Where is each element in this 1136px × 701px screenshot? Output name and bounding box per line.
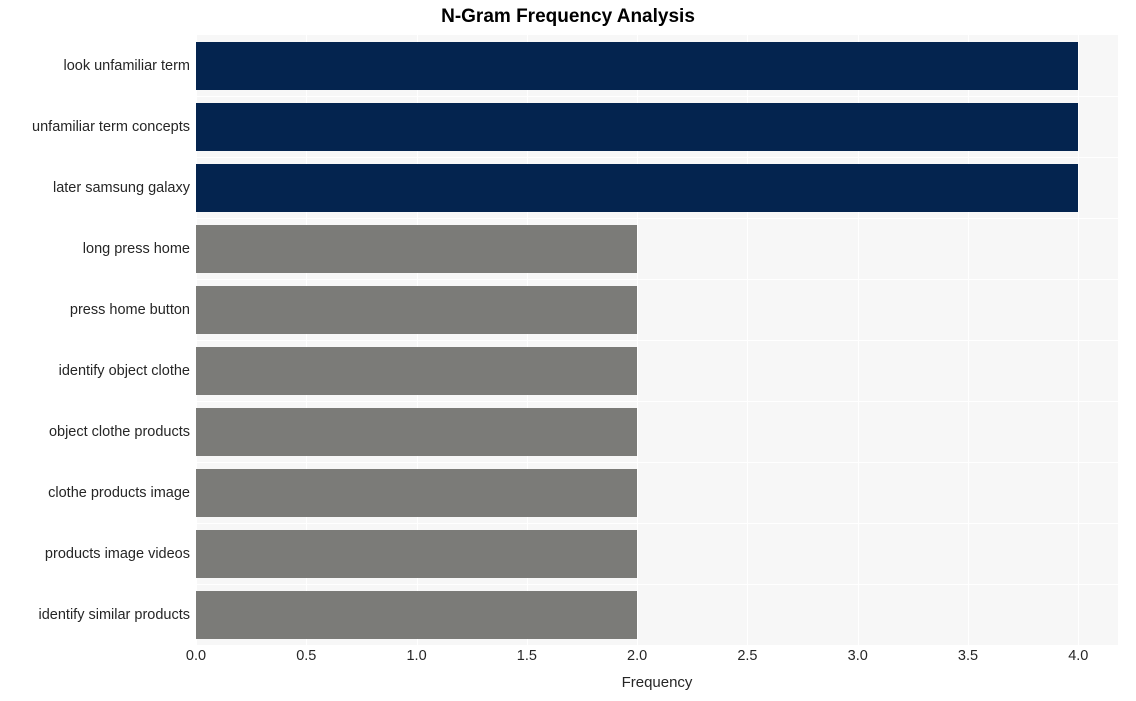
gridline-horizontal xyxy=(196,279,1118,280)
gridline-horizontal xyxy=(196,340,1118,341)
y-axis-tick-label: look unfamiliar term xyxy=(63,58,190,74)
x-axis-tick-label: 2.5 xyxy=(737,648,758,664)
bar xyxy=(196,164,1079,212)
y-axis-tick-label: identify similar products xyxy=(38,607,191,623)
gridline-horizontal xyxy=(196,96,1118,97)
y-axis-tick-label: long press home xyxy=(82,241,190,257)
plot-area xyxy=(196,35,1118,645)
bar xyxy=(196,225,638,273)
bar xyxy=(196,591,638,639)
bar xyxy=(196,469,638,517)
x-axis-tick-labels: 0.0 0.5 1.0 1.5 2.0 2.5 3.0 3.5 4.0 xyxy=(186,648,1118,670)
bar xyxy=(196,530,638,578)
x-axis-tick-label: 3.0 xyxy=(847,648,868,664)
chart-title: N-Gram Frequency Analysis xyxy=(441,6,695,27)
x-axis-tick-label: 2.0 xyxy=(627,648,648,664)
x-axis-tick-label: 1.5 xyxy=(516,648,537,664)
gridline-horizontal xyxy=(196,523,1118,524)
bar xyxy=(196,103,1079,151)
x-axis-tick-label: 4.0 xyxy=(1068,648,1089,664)
y-axis-tick-label: object clothe products xyxy=(48,424,190,440)
x-axis-tick-label: 0.0 xyxy=(185,648,207,664)
gridline-horizontal xyxy=(196,218,1118,219)
x-axis-tick-label: 1.0 xyxy=(406,648,427,664)
y-axis-tick-label: clothe products image xyxy=(48,485,190,501)
chart-container: N-Gram Frequency Analysis look unfamilia… xyxy=(0,0,1136,701)
bar xyxy=(196,286,638,334)
y-axis-tick-label: products image videos xyxy=(44,546,190,562)
gridline-horizontal xyxy=(196,401,1118,402)
bar xyxy=(196,347,638,395)
x-axis-tick-label: 0.5 xyxy=(296,648,317,664)
y-axis-tick-label: later samsung galaxy xyxy=(52,180,190,196)
bar xyxy=(196,408,638,456)
gridline-horizontal xyxy=(196,584,1118,585)
gridline-horizontal xyxy=(196,462,1118,463)
y-axis-tick-label: unfamiliar term concepts xyxy=(32,119,190,135)
y-axis-tick-label: press home button xyxy=(69,302,190,318)
x-axis-title: Frequency xyxy=(621,674,693,691)
y-axis-tick-labels: look unfamiliar term unfamiliar term conc… xyxy=(0,35,190,645)
x-axis-tick-label: 3.5 xyxy=(957,648,979,664)
bar xyxy=(196,42,1079,90)
y-axis-tick-label: identify object clothe xyxy=(58,363,190,379)
gridline-horizontal xyxy=(196,157,1118,158)
